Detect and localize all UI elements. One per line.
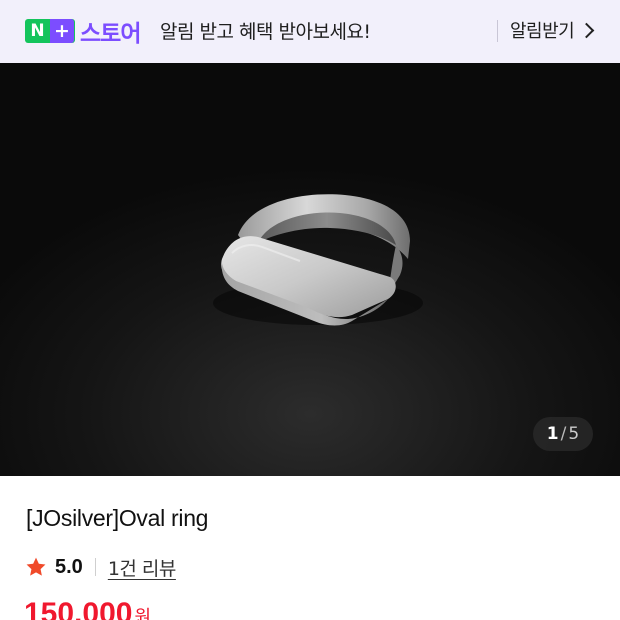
image-counter-separator: / [560,424,567,444]
silver-ring-photo [0,63,620,476]
notification-subscribe-button[interactable]: 알림받기 [510,17,595,43]
image-counter-current: 1 [546,424,559,444]
naver-plus-logo: N + [25,19,75,43]
banner-message: 알림 받고 혜택 받아보세요! [160,21,371,43]
price-amount: 150,000 [24,597,133,620]
rating-divider [94,558,96,576]
app-install-banner[interactable]: N + 스토어 알림 받고 혜택 받아보세요! 알림받기 [0,0,620,63]
image-counter-total: 5 [568,424,580,444]
store-logo-text: 스토어 [80,21,141,47]
product-image-gallery[interactable]: 1 / 5 [0,63,620,476]
rating-score: 5.0 [55,555,83,578]
product-title: [JOsilver]Oval ring [26,505,209,531]
star-icon [26,557,46,576]
logo-n-letter: N [30,21,45,41]
notification-subscribe-label: 알림받기 [510,21,575,42]
price-currency: 원 [134,607,152,620]
product-price: 150,000 원 [24,597,151,620]
rating-row: 5.0 1건 리뷰 [25,553,176,581]
banner-divider [497,20,498,42]
image-counter: 1 / 5 [533,417,593,451]
logo-plus-icon: + [50,19,74,43]
review-count-link[interactable]: 1건 리뷰 [108,554,177,581]
chevron-right-icon [578,22,595,38]
